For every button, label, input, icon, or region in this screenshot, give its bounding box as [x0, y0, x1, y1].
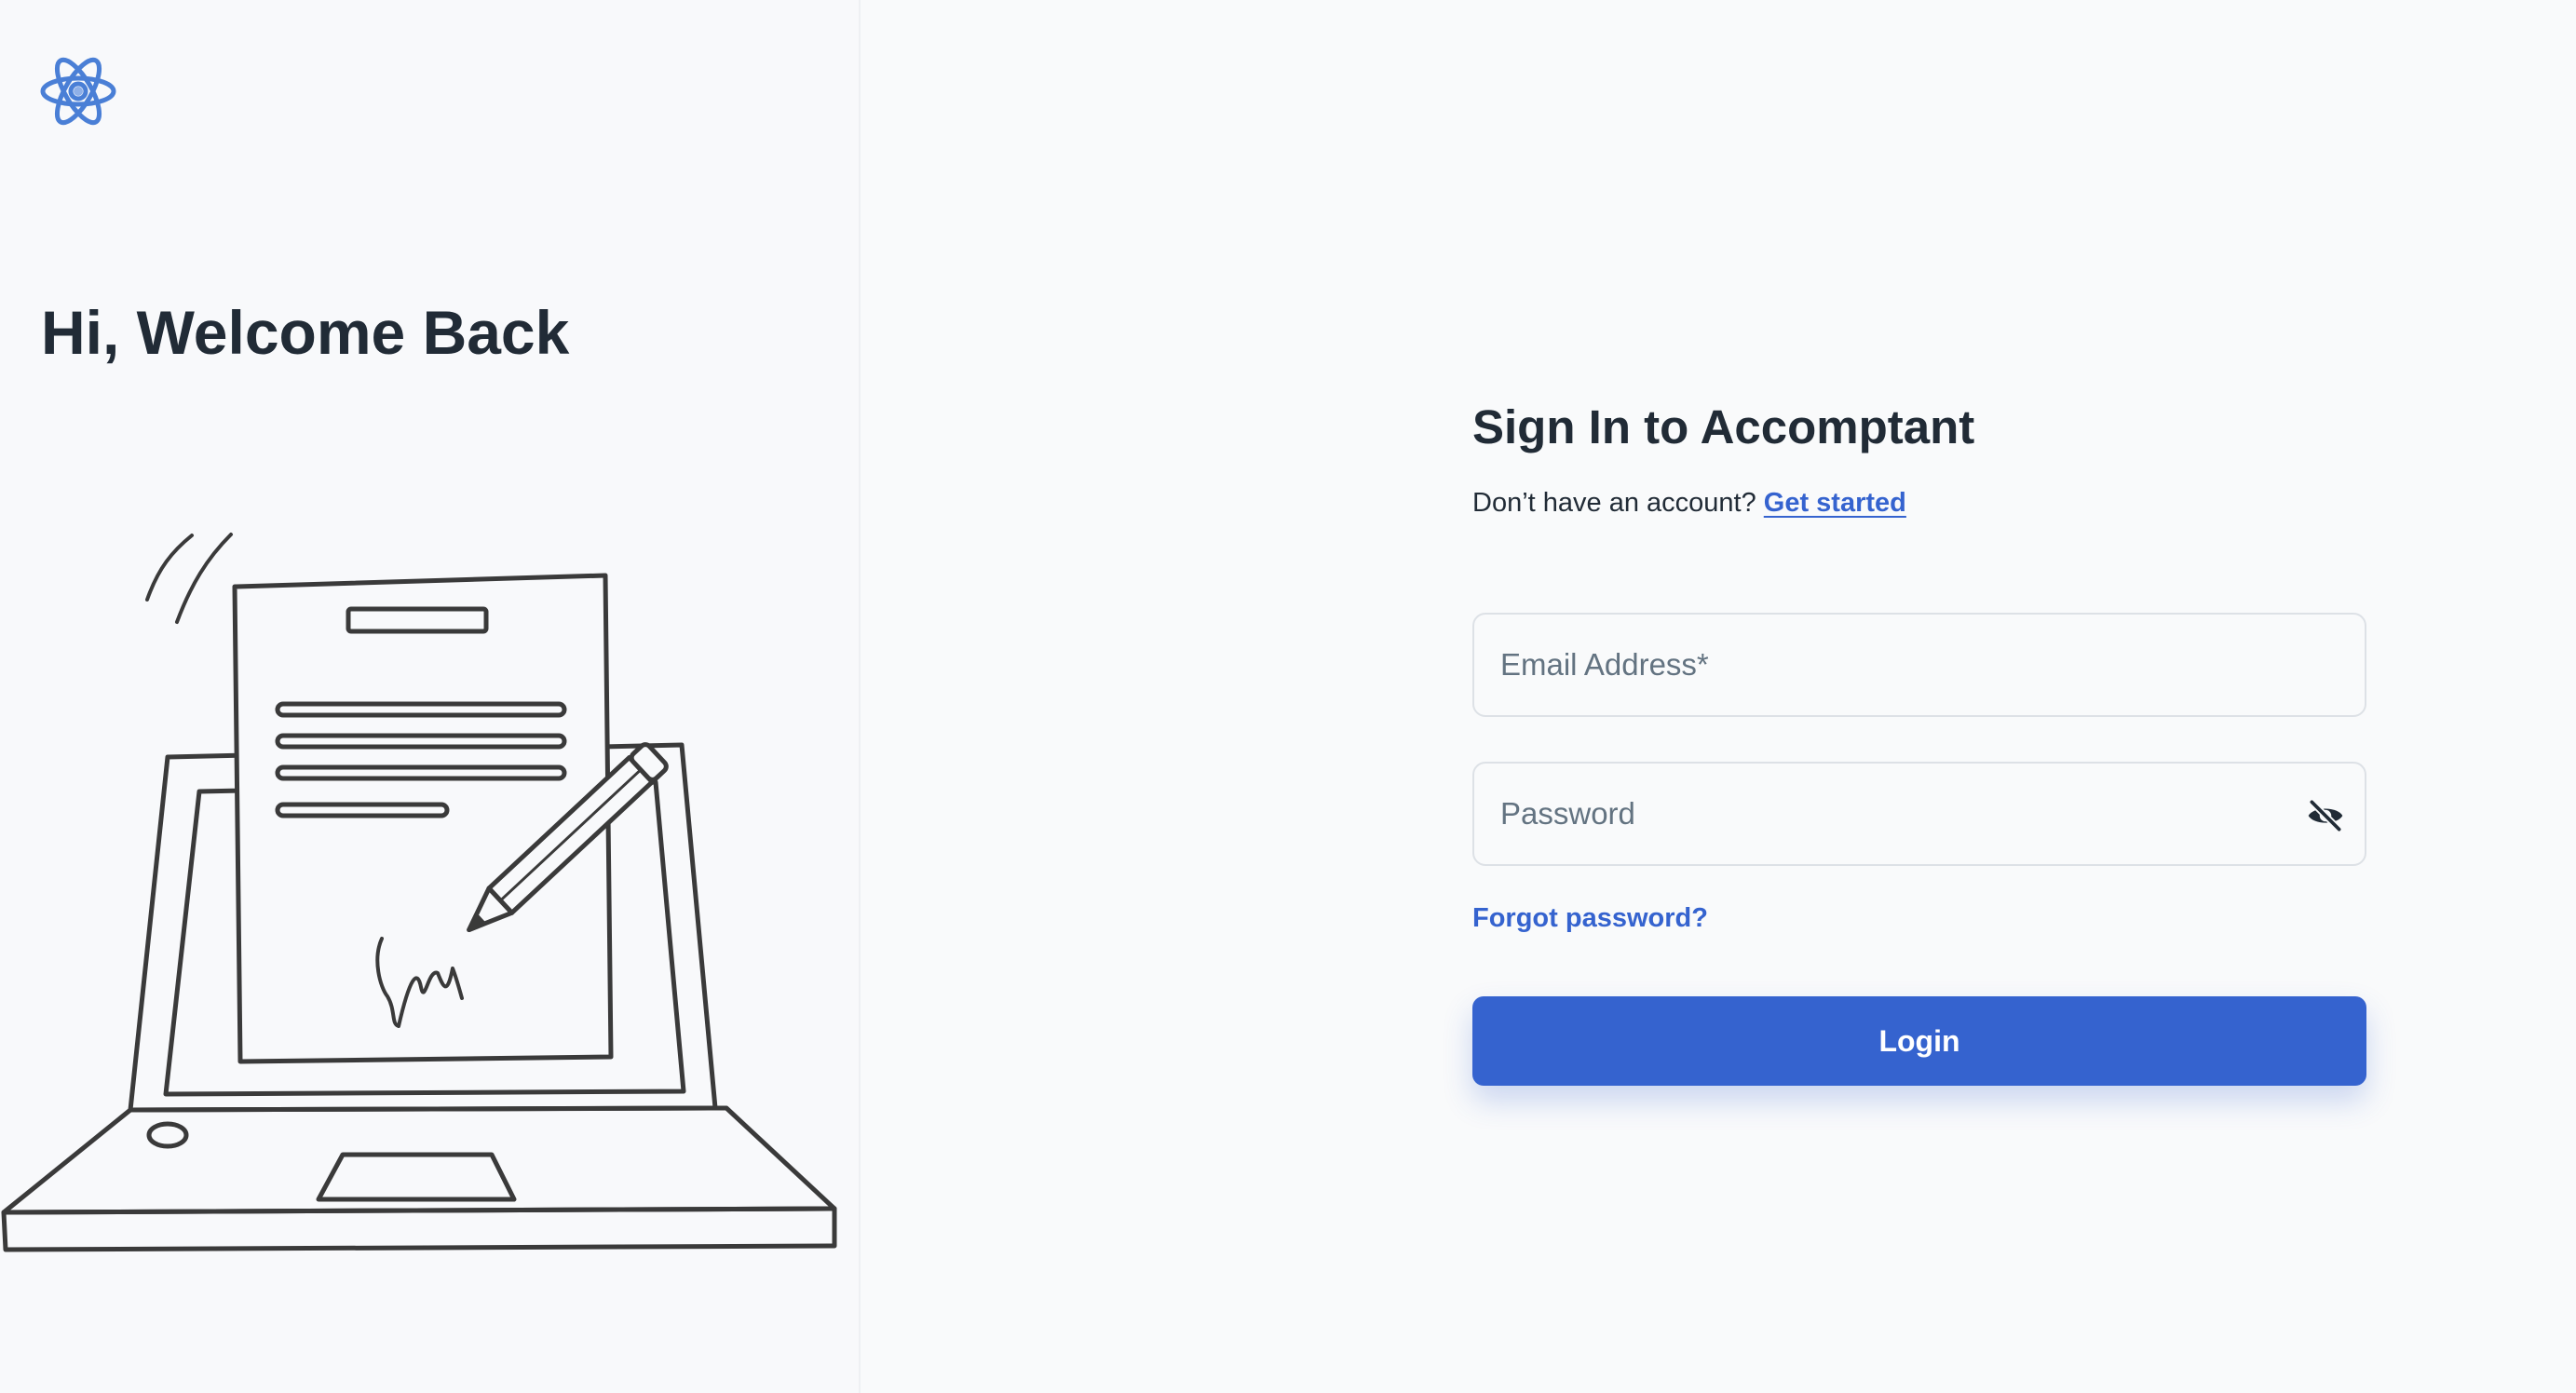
welcome-panel: Hi, Welcome Back	[0, 0, 861, 1393]
sign-in-form: Sign In to Accomptant Don’t have an acco…	[1472, 391, 2366, 1086]
login-page: Hi, Welcome Back Sign In to Accomptant D…	[0, 0, 2576, 1393]
signup-prompt-text: Don’t have an account?	[1472, 488, 1756, 518]
password-input[interactable]	[1474, 764, 2365, 864]
email-field	[1472, 613, 2366, 717]
welcome-heading: Hi, Welcome Back	[41, 298, 570, 367]
atom-icon[interactable]	[39, 52, 117, 130]
sign-in-panel: Sign In to Accomptant Don’t have an acco…	[861, 0, 2576, 1393]
password-field	[1472, 762, 2366, 866]
get-started-link[interactable]: Get started	[1764, 488, 1906, 518]
eye-off-icon[interactable]	[2305, 795, 2346, 836]
login-button[interactable]: Login	[1472, 996, 2366, 1086]
laptop-signed-document-illustration	[1, 533, 837, 1252]
email-input[interactable]	[1474, 615, 2365, 715]
form-title: Sign In to Accomptant	[1472, 400, 1975, 453]
forgot-password-link[interactable]: Forgot password?	[1472, 899, 1708, 937]
signup-prompt-row: Don’t have an account? Get started	[1472, 484, 2366, 521]
